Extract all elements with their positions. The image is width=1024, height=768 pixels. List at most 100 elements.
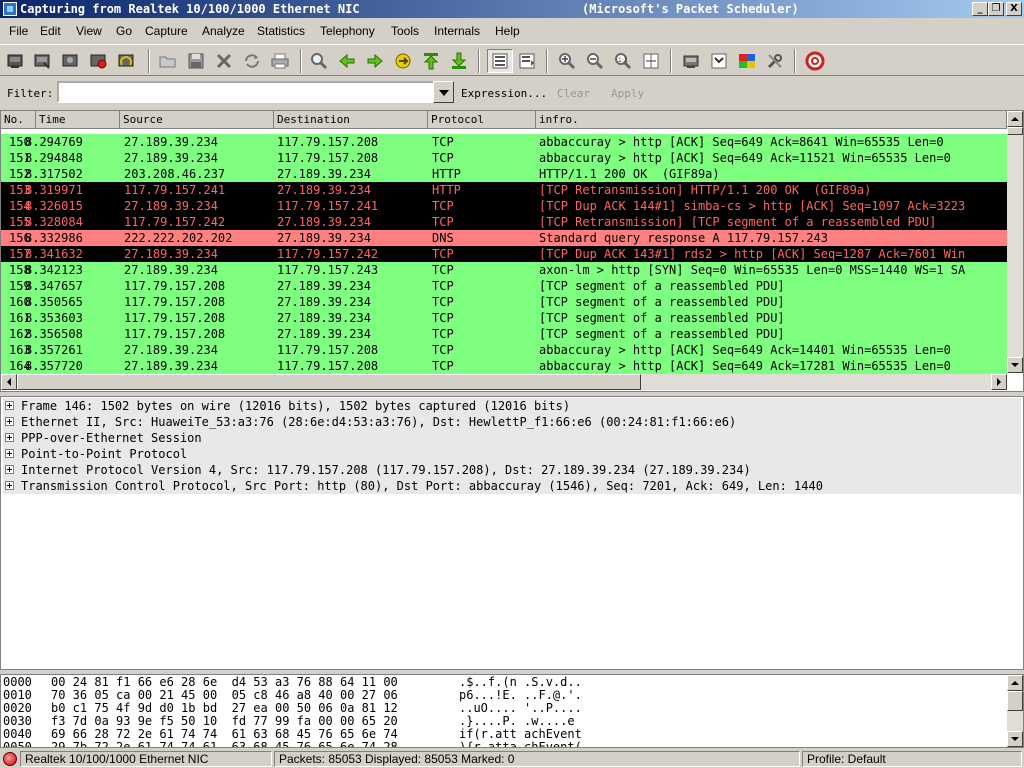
packet-row[interactable]: 155 8.328084 117.79.157.242 27.189.39.234 TC…: [1, 214, 1007, 230]
filter-input[interactable]: [57, 81, 435, 103]
expand-plus-icon[interactable]: [5, 481, 14, 490]
hscroll-thumb[interactable]: [17, 374, 641, 390]
normal-size-icon[interactable]: 1:1: [613, 51, 633, 71]
scroll-right-arrow[interactable]: [991, 374, 1007, 390]
restart-icon[interactable]: [116, 51, 136, 71]
save-icon[interactable]: [186, 51, 206, 71]
menu-tools[interactable]: Tools: [391, 24, 419, 38]
packet-list[interactable]: No. Time Source Destination Protocol inf…: [0, 110, 1024, 392]
scroll-left-arrow[interactable]: [1, 374, 17, 390]
menu-go[interactable]: Go: [116, 24, 132, 38]
packet-row[interactable]: 150 8.294769 27.189.39.234 117.79.157.208 TC…: [1, 134, 1007, 150]
packet-row[interactable]: 157 8.341632 27.189.39.234 117.79.157.242 TC…: [1, 246, 1007, 262]
expand-plus-icon[interactable]: [5, 417, 14, 426]
menu-internals[interactable]: Internals: [434, 24, 480, 38]
forward-icon[interactable]: [365, 51, 385, 71]
packet-row[interactable]: 154 8.326015 27.189.39.234 117.79.157.241 TC…: [1, 198, 1007, 214]
go-to-icon[interactable]: [393, 51, 413, 71]
packet-row[interactable]: 152 8.317502 203.208.46.237 27.189.39.234 HT…: [1, 166, 1007, 182]
scroll-down-arrow[interactable]: [1007, 357, 1023, 373]
minimize-button[interactable]: _: [972, 2, 988, 16]
packet-row[interactable]: 156 8.332986 222.222.202.202 27.189.39.234 D…: [1, 230, 1007, 246]
packet-list-hscrollbar[interactable]: [1, 374, 1007, 390]
capture-filters-icon[interactable]: [681, 51, 701, 71]
first-icon[interactable]: [421, 51, 441, 71]
expression-button[interactable]: Expression...: [461, 87, 547, 100]
stop-icon[interactable]: [88, 51, 108, 71]
menu-help[interactable]: Help: [495, 24, 520, 38]
column-header-no[interactable]: No.: [1, 111, 36, 129]
scroll-thumb[interactable]: [1007, 127, 1023, 135]
packet-row[interactable]: 162 8.356508 117.79.157.208 27.189.39.234 TC…: [1, 326, 1007, 342]
back-icon[interactable]: [337, 51, 357, 71]
packet-details-pane[interactable]: Frame 146: 1502 bytes on wire (12016 bit…: [0, 396, 1024, 670]
expand-plus-icon[interactable]: [5, 433, 14, 442]
print-icon[interactable]: [270, 51, 290, 71]
help-icon[interactable]: [805, 51, 825, 71]
packet-row[interactable]: 159 8.347657 117.79.157.208 27.189.39.234 TC…: [1, 278, 1007, 294]
scroll-thumb[interactable]: [1007, 691, 1023, 711]
column-header-protocol[interactable]: Protocol: [428, 111, 536, 129]
title-bar[interactable]: Capturing from Realtek 10/100/1000 Ether…: [0, 0, 1024, 18]
wireshark-app-icon[interactable]: [3, 2, 17, 16]
detail-tree-item[interactable]: Ethernet II, Src: HuaweiTe_53:a3:76 (28:…: [3, 414, 1021, 430]
packet-list-vscrollbar[interactable]: [1007, 111, 1023, 373]
detail-tree-item[interactable]: Internet Protocol Version 4, Src: 117.79…: [3, 462, 1021, 478]
menu-edit[interactable]: Edit: [40, 24, 61, 38]
detail-tree-item[interactable]: Transmission Control Protocol, Src Port:…: [3, 478, 1021, 494]
colorize-icon: [492, 53, 508, 69]
start-icon[interactable]: [60, 51, 80, 71]
menu-statistics[interactable]: Statistics: [257, 24, 305, 38]
zoom-in-icon[interactable]: [557, 51, 577, 71]
packet-row[interactable]: 161 8.353603 117.79.157.208 27.189.39.234 TC…: [1, 310, 1007, 326]
preferences-icon[interactable]: [765, 51, 785, 71]
expand-plus-icon[interactable]: [5, 465, 14, 474]
packet-bytes-pane[interactable]: 0000 00 24 81 f1 66 e6 28 6e d4 53 a3 76 …: [0, 674, 1024, 748]
column-header-destination[interactable]: Destination: [274, 111, 428, 129]
clear-button[interactable]: Clear: [557, 87, 590, 100]
interfaces-icon[interactable]: [5, 51, 25, 71]
open-icon[interactable]: [158, 51, 178, 71]
coloring-rules-icon[interactable]: [737, 51, 757, 71]
find-icon[interactable]: [309, 51, 329, 71]
autoscroll-icon[interactable]: [517, 51, 537, 71]
filter-dropdown-button[interactable]: [433, 81, 454, 103]
detail-tree-item[interactable]: PPP-over-Ethernet Session: [3, 430, 1021, 446]
last-icon[interactable]: [449, 51, 469, 71]
display-filters-icon[interactable]: [709, 51, 729, 71]
reload-icon[interactable]: [242, 51, 262, 71]
packet-row[interactable]: 153 8.319971 117.79.157.241 27.189.39.234 HT…: [1, 182, 1007, 198]
close-window-button[interactable]: X: [1006, 2, 1022, 16]
scroll-up-arrow[interactable]: [1007, 111, 1023, 127]
zoom-out-icon[interactable]: [585, 51, 605, 71]
apply-button[interactable]: Apply: [611, 87, 644, 100]
options-icon[interactable]: [32, 51, 52, 71]
bytes-vscrollbar[interactable]: [1007, 675, 1023, 747]
expand-plus-icon[interactable]: [5, 401, 14, 410]
packet-row[interactable]: 160 8.350565 117.79.157.208 27.189.39.234 TC…: [1, 294, 1007, 310]
maximize-button[interactable]: ❐: [988, 2, 1004, 16]
menu-capture[interactable]: Capture: [145, 24, 188, 38]
packet-row[interactable]: 163 8.357261 27.189.39.234 117.79.157.208 TC…: [1, 342, 1007, 358]
cell-info: abbaccuray > http [ACK] Seq=649 Ack=1440…: [539, 343, 951, 357]
capture-status-led-icon[interactable]: [3, 752, 17, 766]
detail-tree-item[interactable]: Point-to-Point Protocol: [3, 446, 1021, 462]
status-profile[interactable]: Profile: Default: [802, 751, 1022, 767]
packet-row[interactable]: 158 8.342123 27.189.39.234 117.79.157.243 TC…: [1, 262, 1007, 278]
column-header-source[interactable]: Source: [120, 111, 274, 129]
resize-columns-icon[interactable]: [641, 51, 661, 71]
column-header-time[interactable]: Time: [36, 111, 120, 129]
menu-file[interactable]: File: [9, 24, 28, 38]
menu-view[interactable]: View: [76, 24, 102, 38]
scroll-down-arrow[interactable]: [1007, 731, 1023, 747]
menu-telephony[interactable]: Telephony: [320, 24, 375, 38]
packet-row[interactable]: 164 8.357720 27.189.39.234 117.79.157.208 TC…: [1, 358, 1007, 374]
column-header-info[interactable]: infro.: [536, 111, 1007, 129]
scroll-up-arrow[interactable]: [1007, 675, 1023, 691]
expand-plus-icon[interactable]: [5, 449, 14, 458]
packet-row[interactable]: 151 8.294848 27.189.39.234 117.79.157.208 TC…: [1, 150, 1007, 166]
close-file-icon[interactable]: [214, 51, 234, 71]
colorize-toggle[interactable]: [487, 49, 513, 73]
menu-analyze[interactable]: Analyze: [202, 24, 245, 38]
detail-tree-item[interactable]: Frame 146: 1502 bytes on wire (12016 bit…: [3, 398, 1021, 414]
